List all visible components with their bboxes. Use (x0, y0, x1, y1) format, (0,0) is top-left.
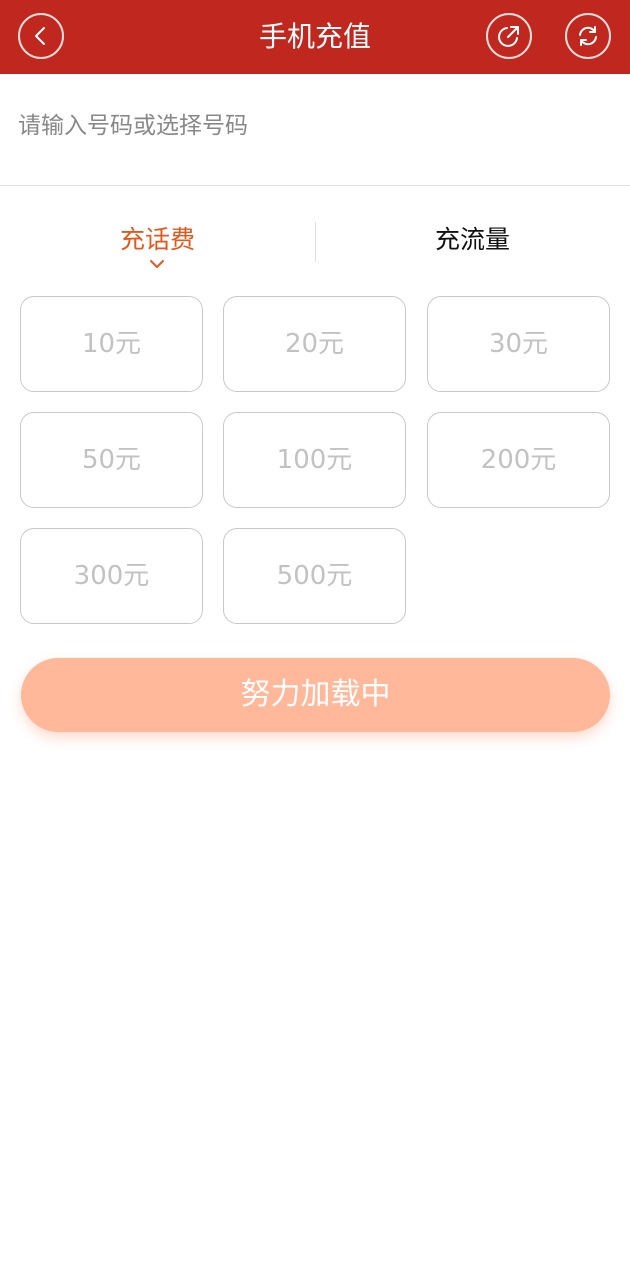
recharge-tabs: 充话费 充流量 (0, 210, 630, 276)
amount-option-30[interactable]: 30元 (427, 296, 610, 392)
amount-option-500[interactable]: 500元 (223, 528, 406, 624)
header-bar: 手机充值 (0, 0, 630, 74)
refresh-icon (579, 26, 597, 46)
chevron-down-icon (150, 260, 164, 268)
amount-option-200[interactable]: 200元 (427, 412, 610, 508)
tab-data-plan[interactable]: 充流量 (315, 210, 630, 270)
back-button[interactable] (18, 13, 64, 59)
amount-option-100[interactable]: 100元 (223, 412, 406, 508)
page-title: 手机充值 (258, 20, 371, 53)
amount-option-10[interactable]: 10元 (20, 296, 203, 392)
tab-phone-credit-label: 充话费 (119, 225, 195, 254)
amount-option-300[interactable]: 300元 (20, 528, 203, 624)
phone-number-input[interactable] (18, 104, 608, 148)
share-button[interactable] (486, 13, 532, 59)
chevron-left-icon (35, 27, 45, 45)
app-root: 手机充值 充话费 (0, 0, 630, 1280)
amount-option-50[interactable]: 50元 (20, 412, 203, 508)
refresh-button[interactable] (565, 13, 611, 59)
share-external-icon (498, 26, 519, 47)
phone-input-row (0, 74, 630, 186)
loading-button[interactable]: 努力加载中 (21, 658, 610, 732)
amount-option-20[interactable]: 20元 (223, 296, 406, 392)
tab-data-plan-label: 充流量 (434, 225, 510, 254)
